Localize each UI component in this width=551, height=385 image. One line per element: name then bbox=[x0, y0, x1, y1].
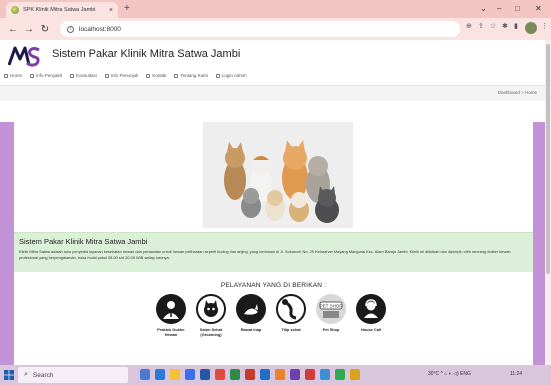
home-icon bbox=[4, 73, 8, 78]
app-icon[interactable] bbox=[320, 369, 330, 380]
service-label: Praktek Dokter Hewan bbox=[157, 327, 185, 337]
site-logo-icon bbox=[8, 46, 40, 67]
menu-item-konsultasi[interactable]: Konsultasi bbox=[70, 73, 97, 78]
menu-item-kontak[interactable]: Kontak bbox=[146, 73, 166, 78]
forward-arrow-icon[interactable]: → bbox=[22, 24, 36, 35]
browser-tab[interactable]: SPK Klinik Mitra Satwa Jambi × bbox=[6, 2, 118, 18]
menu-item-login-admin[interactable]: Login Admin bbox=[215, 73, 247, 78]
services-heading: PELAYANAN YANG DI BERIKAN : bbox=[220, 282, 327, 289]
service-house-call[interactable]: House Call bbox=[356, 294, 386, 337]
close-tab-icon[interactable]: × bbox=[109, 7, 113, 14]
maximize-button[interactable]: □ bbox=[515, 2, 520, 16]
chrome-icon[interactable] bbox=[215, 369, 225, 380]
search-placeholder: Search bbox=[32, 371, 54, 379]
scrollbar-thumb[interactable] bbox=[546, 44, 550, 274]
svg-text:PET SHOP: PET SHOP bbox=[320, 304, 343, 309]
store-icon[interactable] bbox=[185, 369, 195, 380]
xampp-icon[interactable] bbox=[275, 369, 285, 380]
breadcrumb-text[interactable]: Dashboard > Home bbox=[498, 90, 537, 95]
main-menu: Home Info Penyakit Konsultasi Info Penun… bbox=[0, 73, 247, 78]
breadcrumb: Dashboard > Home bbox=[0, 85, 545, 101]
chat-icon bbox=[70, 73, 75, 78]
clock[interactable]: 11:24 bbox=[510, 371, 522, 377]
service-label: Salon Sehat (Grooming) bbox=[199, 327, 223, 337]
service-salon-sehat[interactable]: Salon Sehat (Grooming) bbox=[196, 294, 226, 337]
service-pet-shop[interactable]: PET SHOP Pet Shop bbox=[316, 294, 346, 337]
app-icon[interactable] bbox=[290, 369, 300, 380]
profile-avatar[interactable] bbox=[525, 22, 537, 34]
windows-start-icon[interactable] bbox=[4, 370, 14, 380]
document-icon bbox=[104, 73, 109, 78]
sidebar-icon[interactable]: ▮ bbox=[514, 22, 518, 30]
new-tab-button[interactable]: + bbox=[124, 2, 130, 16]
service-label: Titip sehat bbox=[281, 327, 301, 332]
search-icon: ⌕ bbox=[24, 371, 28, 378]
menu-item-info-penunjuk[interactable]: Info Penunjuk bbox=[104, 73, 138, 78]
service-label: Pet Shop bbox=[322, 327, 340, 332]
info-text: Klinik Mitra Satwa adalah toko penyedia … bbox=[19, 249, 511, 260]
menu-item-tentang-kami[interactable]: Tentang Kami bbox=[174, 73, 208, 78]
service-label: Rawat Inap bbox=[240, 327, 262, 332]
url-field[interactable]: i localhost:8000 bbox=[60, 21, 460, 37]
zoom-icon[interactable]: ⊕ bbox=[466, 22, 472, 30]
grooming-icon bbox=[196, 294, 226, 324]
doctor-icon bbox=[156, 294, 186, 324]
system-tray[interactable]: 30°C ^ ⌂ ◐ ◁) ENG bbox=[428, 371, 471, 377]
content-card: Sistem Pakar Klinik Mitra Satwa Jambi Kl… bbox=[14, 114, 533, 365]
share-icon[interactable]: ⇪ bbox=[478, 22, 484, 30]
info-icon bbox=[30, 73, 35, 78]
address-bar: ← → ↻ i localhost:8000 ⊕ ⇪ ☆ ✱ ▮ ⋮ bbox=[0, 18, 551, 40]
edge-icon[interactable] bbox=[155, 369, 165, 380]
user-icon bbox=[215, 73, 220, 78]
powerpoint-icon[interactable] bbox=[245, 369, 255, 380]
browser-menu-icon[interactable]: ⋮ bbox=[541, 22, 548, 30]
info-title: Sistem Pakar Klinik Mitra Satwa Jambi bbox=[19, 237, 148, 246]
minimize-button[interactable]: – bbox=[497, 2, 501, 16]
services-list: Praktek Dokter Hewan Salon Sehat (Groomi… bbox=[156, 294, 386, 337]
pet-shop-icon: PET SHOP bbox=[316, 294, 346, 324]
cat-sleeping-icon bbox=[236, 294, 266, 324]
word-icon[interactable] bbox=[200, 369, 210, 380]
service-label: House Call bbox=[360, 327, 382, 332]
cat-jumping-icon bbox=[276, 294, 306, 324]
tab-title: SPK Klinik Mitra Satwa Jambi bbox=[23, 7, 96, 13]
house-call-icon bbox=[356, 294, 386, 324]
taskbar: ⌕ Search 30°C ^ ⌂ ◐ ◁) ENG 11:24 bbox=[0, 365, 551, 385]
taskbar-search[interactable]: ⌕ Search bbox=[18, 367, 128, 383]
service-rawat-inap[interactable]: Rawat Inap bbox=[236, 294, 266, 337]
tab-search-chevron-icon[interactable]: ⌄ bbox=[480, 2, 487, 16]
excel-icon[interactable] bbox=[230, 369, 240, 380]
service-praktek-dokter[interactable]: Praktek Dokter Hewan bbox=[156, 294, 186, 337]
back-arrow-icon[interactable]: ← bbox=[6, 24, 20, 35]
url-text: localhost:8000 bbox=[79, 25, 121, 33]
taskbar-apps bbox=[140, 369, 360, 380]
web-page: Sistem Pakar Klinik Mitra Satwa Jambi Ho… bbox=[0, 40, 545, 365]
app-icon[interactable] bbox=[305, 369, 315, 380]
group-icon bbox=[174, 73, 179, 78]
info-box: Sistem Pakar Klinik Mitra Satwa Jambi Kl… bbox=[14, 232, 533, 272]
service-titip-sehat[interactable]: Titip sehat bbox=[276, 294, 306, 337]
page-scrollbar[interactable] bbox=[545, 40, 551, 365]
file-explorer-icon[interactable] bbox=[170, 369, 180, 380]
vscode-icon[interactable] bbox=[260, 369, 270, 380]
bookmark-star-icon[interactable]: ☆ bbox=[490, 22, 496, 30]
app-icon[interactable] bbox=[350, 369, 360, 380]
task-view-icon[interactable] bbox=[140, 369, 150, 380]
site-info-icon[interactable]: i bbox=[67, 25, 74, 33]
whatsapp-icon[interactable] bbox=[335, 369, 345, 380]
site-title: Sistem Pakar Klinik Mitra Satwa Jambi bbox=[52, 48, 241, 60]
close-window-button[interactable]: ✕ bbox=[535, 2, 542, 16]
menu-item-info-penyakit[interactable]: Info Penyakit bbox=[30, 73, 62, 78]
kittens-hero-image bbox=[203, 122, 353, 228]
extensions-icon[interactable]: ✱ bbox=[502, 22, 508, 30]
browser-tab-bar: SPK Klinik Mitra Satwa Jambi × + ⌄ – □ ✕ bbox=[0, 0, 551, 18]
reload-icon[interactable]: ↻ bbox=[38, 24, 52, 35]
menu-item-home[interactable]: Home bbox=[4, 73, 22, 78]
site-favicon-icon bbox=[11, 6, 19, 14]
phone-icon bbox=[146, 73, 151, 78]
